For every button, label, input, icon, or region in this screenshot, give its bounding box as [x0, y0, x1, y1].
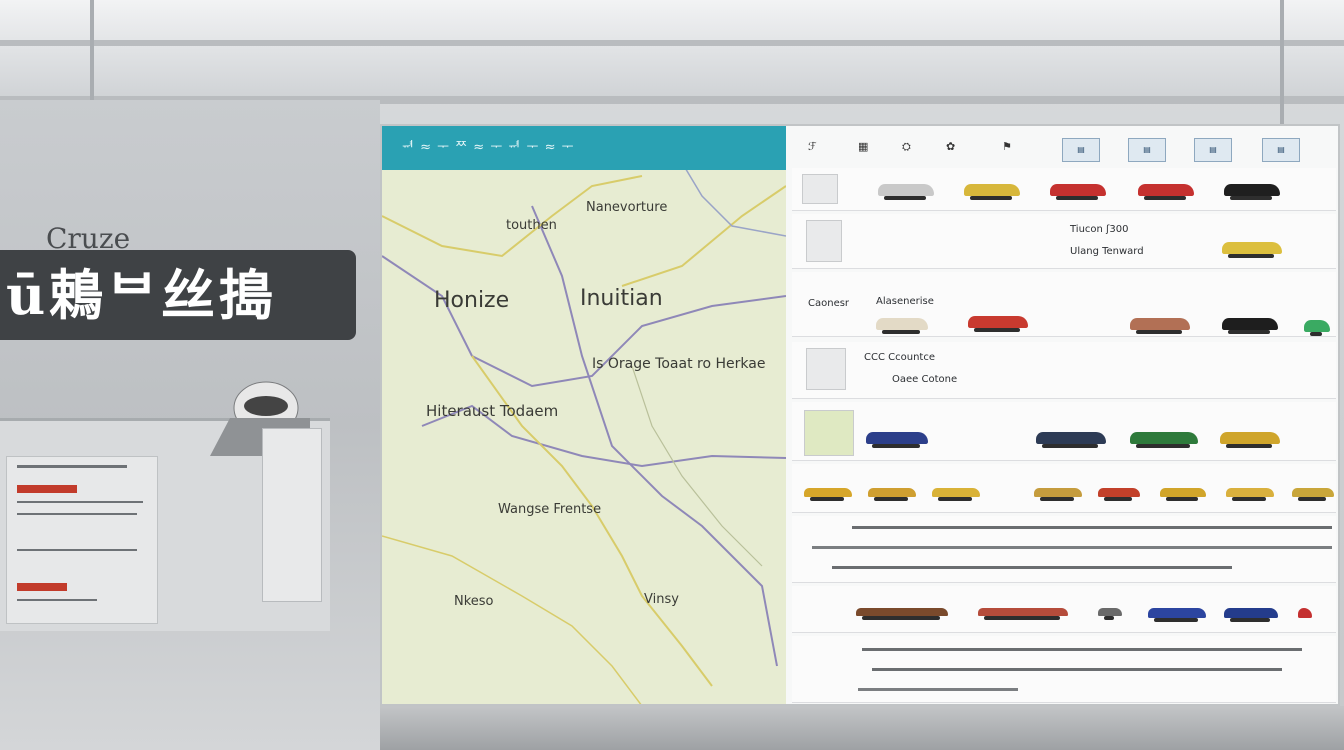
car-icon [1224, 184, 1280, 200]
car-icon [1034, 488, 1082, 501]
map-label: Inuitian [580, 286, 663, 311]
map-label: Is Orage Toaat ro Herkae [592, 356, 766, 372]
car-icon [1222, 318, 1278, 334]
car-icon [1304, 320, 1330, 336]
map-label: Nkeso [454, 594, 494, 609]
header-icon[interactable]: ✿ [946, 140, 955, 153]
map-label: Vinsy [644, 592, 679, 607]
car-icon [1138, 184, 1194, 200]
brand-badge[interactable]: ▤ [1194, 138, 1232, 162]
vehicle-row[interactable]: CCC Ccountce Oaee Cotone [792, 342, 1336, 399]
ceiling-beam [0, 40, 1344, 46]
car-icon [868, 488, 916, 501]
brand-badge[interactable]: ▤ [1128, 138, 1166, 162]
car-icon [964, 184, 1020, 200]
header-icon[interactable]: ▦ [858, 140, 868, 153]
row-subtitle: Alasenerise [876, 296, 934, 307]
row-title: Caonesr [808, 298, 850, 309]
car-icon [1130, 318, 1190, 334]
car-icon [1222, 242, 1282, 258]
brand-badge[interactable]: ▤ [1062, 138, 1100, 162]
car-icon [1148, 608, 1206, 622]
vehicle-thumbnail [802, 174, 838, 204]
car-icon [856, 608, 948, 620]
vehicle-thumbnail [806, 348, 846, 390]
screen-base [380, 706, 1344, 750]
row-title: CCC Ccountce [864, 352, 935, 363]
vehicle-row[interactable] [792, 586, 1336, 633]
car-icon [1160, 488, 1206, 501]
map-label: Hiteraust Todaem [426, 402, 559, 420]
vehicle-thumbnail [806, 220, 842, 262]
map-label: touthen [506, 218, 557, 233]
header-icon[interactable]: ⚑ [1002, 140, 1012, 153]
car-icon [1036, 432, 1106, 448]
car-icon [1226, 488, 1274, 501]
vehicle-row[interactable]: Tiucon ʃ300 Ulang Tenward [792, 214, 1336, 269]
header-icon[interactable]: ⛭ [902, 140, 911, 154]
row-subtitle: Oaee Cotone [892, 374, 958, 385]
vehicle-row[interactable] [792, 464, 1336, 513]
header-icon[interactable]: ℱ [808, 140, 817, 153]
car-icon [1098, 608, 1122, 620]
car-icon [1050, 184, 1106, 200]
map-panel[interactable]: ᆑ ≈ ᅮ ᄍ ≈ ᅮ ᆑ ᅮ ≈ ᅮ Honize Inuitian tout… [382, 126, 786, 704]
map-label: Honize [434, 288, 510, 313]
car-icon [1292, 488, 1334, 501]
vehicle-row[interactable] [792, 636, 1336, 703]
vehicle-row[interactable] [792, 516, 1336, 583]
display-screen: ᆑ ≈ ᅮ ᄍ ≈ ᅮ ᆑ ᅮ ≈ ᅮ Honize Inuitian tout… [380, 124, 1340, 706]
ceiling [0, 0, 1344, 100]
car-icon [932, 488, 980, 501]
map-label: Wangse Frentse [498, 502, 602, 517]
map-header: ᆑ ≈ ᅮ ᄍ ≈ ᅮ ᆑ ᅮ ≈ ᅮ [382, 126, 786, 170]
car-icon [878, 184, 934, 200]
car-icon [1098, 488, 1140, 501]
car-icon [1224, 608, 1278, 622]
wall-post [1280, 0, 1284, 130]
car-icon [866, 432, 928, 448]
brand-badge[interactable]: ▤ [1262, 138, 1300, 162]
vehicle-row[interactable] [792, 402, 1336, 461]
car-icon [1220, 432, 1280, 448]
vehicle-thumbnail [804, 410, 854, 456]
vehicle-row[interactable] [792, 168, 1336, 211]
wall-poster [6, 456, 158, 624]
vehicle-list-panel: ℱ ▦ ⛭ ✿ ⚑ ▤ ▤ ▤ ▤ Tiucon ʃ300 Ulang Tenw… [786, 126, 1338, 704]
row-title: Tiucon ʃ300 [1070, 224, 1129, 235]
car-icon [1298, 608, 1312, 618]
vehicle-row[interactable]: Caonesr Alasenerise [792, 272, 1336, 337]
row-subtitle: Ulang Tenward [1070, 246, 1144, 257]
dealer-sign: ū鵣ᄇ丝搗 [0, 250, 356, 340]
car-icon [978, 608, 1068, 620]
car-icon [1130, 432, 1198, 448]
car-icon [968, 316, 1028, 332]
map-label: Nanevorture [586, 200, 668, 215]
car-icon [876, 318, 928, 334]
car-icon [804, 488, 852, 501]
brochure-stand [262, 428, 322, 602]
